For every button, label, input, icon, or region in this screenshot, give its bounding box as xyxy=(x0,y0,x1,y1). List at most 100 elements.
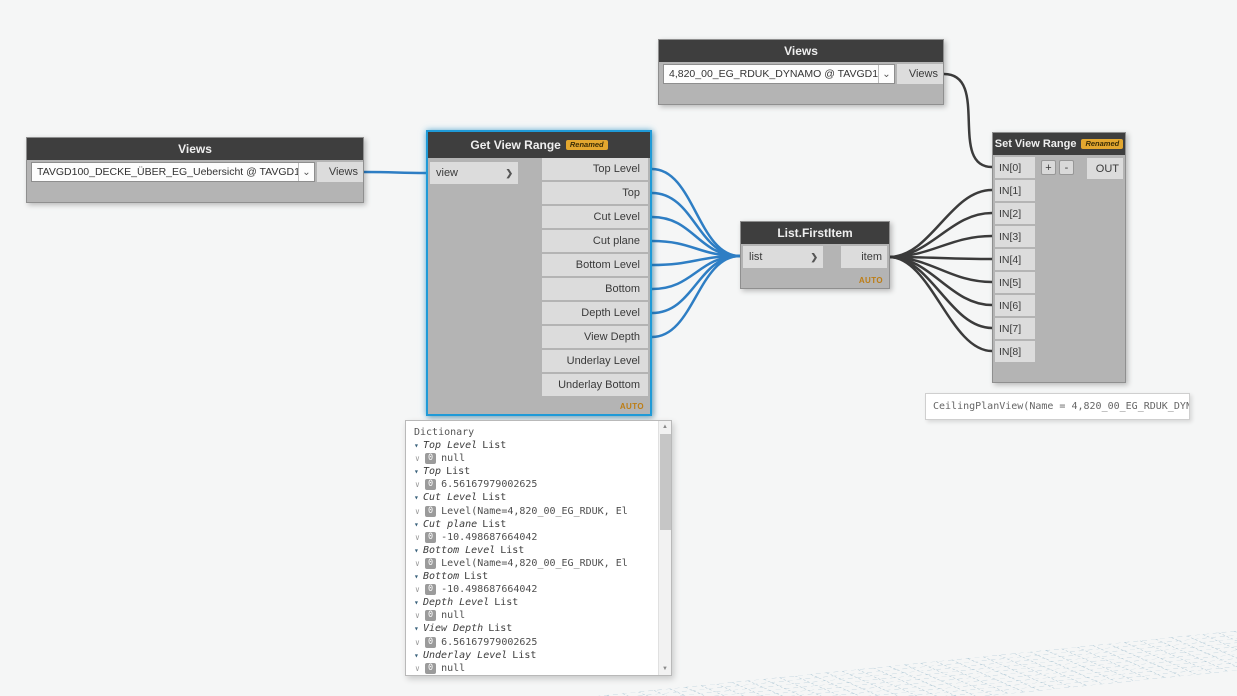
node-title: Set View Range xyxy=(994,138,1077,150)
collapse-triangle-icon[interactable]: ▾ xyxy=(414,439,423,452)
index-badge: 0 xyxy=(425,453,437,465)
add-input-button[interactable]: + xyxy=(1041,160,1056,175)
node-header[interactable]: Views xyxy=(659,40,943,62)
preview-type: List xyxy=(500,544,525,556)
wire[interactable] xyxy=(887,211,994,259)
views-dropdown[interactable]: TAVGD100_DECKE_ÜBER_EG_Uebersicht @ TAVG… xyxy=(31,162,315,182)
input-port[interactable]: IN[8] xyxy=(995,341,1035,362)
index-badge: 0 xyxy=(425,662,437,674)
remove-input-button[interactable]: - xyxy=(1059,160,1074,175)
list-connector-icon: ∨ xyxy=(415,637,420,647)
index-badge: 0 xyxy=(425,531,437,543)
dynamo-workspace[interactable]: Views TAVGD100_DECKE_ÜBER_EG_Uebersicht … xyxy=(0,0,1237,696)
input-port[interactable]: IN[2] xyxy=(995,203,1035,224)
wire[interactable] xyxy=(650,191,742,258)
list-connector-icon: ∨ xyxy=(415,454,420,464)
collapse-triangle-icon[interactable]: ▾ xyxy=(414,596,423,609)
input-port-view[interactable]: view ❯ xyxy=(430,162,518,184)
preview-value: -10.498687664042 xyxy=(441,584,538,596)
default-value-chevron-icon: ❯ xyxy=(505,167,513,178)
wire[interactable] xyxy=(942,72,994,169)
collapse-triangle-icon[interactable]: ▾ xyxy=(414,649,423,662)
output-port[interactable]: Underlay Bottom xyxy=(542,374,648,396)
collapse-triangle-icon[interactable]: ▾ xyxy=(414,570,423,583)
output-port[interactable]: Bottom xyxy=(542,278,648,300)
list-connector-icon: ∨ xyxy=(415,585,420,595)
scrollbar-thumb[interactable] xyxy=(659,434,671,530)
input-port[interactable]: IN[0] xyxy=(995,157,1035,178)
node-header[interactable]: Set View Range Renamed xyxy=(993,133,1125,155)
collapse-triangle-icon[interactable]: ▾ xyxy=(414,544,423,557)
renamed-badge: Renamed xyxy=(1081,138,1124,150)
node-title: Get View Range xyxy=(470,138,561,152)
preview-key: Top xyxy=(423,466,442,478)
input-port[interactable]: IN[6] xyxy=(995,295,1035,316)
views-dropdown[interactable]: 4,820_00_EG_RDUK_DYNAMO @ TAVGD100 ⌄ xyxy=(663,64,895,84)
output-port-item[interactable]: item xyxy=(841,246,887,268)
preview-entry: ▾ Top Level List ∨ 0 null xyxy=(414,439,658,465)
node-header[interactable]: Views xyxy=(27,138,363,160)
default-value-chevron-icon: ❯ xyxy=(810,251,818,262)
input-port[interactable]: IN[4] xyxy=(995,249,1035,270)
output-port[interactable]: Depth Level xyxy=(542,302,648,324)
preview-entry: ▾ Depth Level List ∨ 0 null xyxy=(414,596,658,622)
tooltip-text: CeilingPlanView(Name = 4,820_00_EG_RDUK_… xyxy=(933,401,1190,412)
preview-type: List xyxy=(482,440,507,452)
output-port[interactable]: Cut Level xyxy=(542,206,648,228)
node-get-view-range[interactable]: Get View Range Renamed view ❯ Top Level … xyxy=(426,130,652,416)
preview-key: Top Level xyxy=(423,440,478,452)
preview-value: 6.56167979002625 xyxy=(441,479,538,491)
lacing-label: AUTO xyxy=(619,402,644,411)
renamed-badge: Renamed xyxy=(565,139,608,151)
preview-type: List xyxy=(482,518,507,530)
wire[interactable] xyxy=(362,170,428,175)
output-port-out[interactable]: OUT xyxy=(1087,158,1123,179)
wire[interactable] xyxy=(650,254,742,339)
input-port[interactable]: IN[3] xyxy=(995,226,1035,247)
output-port[interactable]: Underlay Level xyxy=(542,350,648,372)
node-footer xyxy=(659,86,943,104)
index-badge: 0 xyxy=(425,636,437,648)
node-title: Views xyxy=(178,142,212,156)
node-views-top[interactable]: Views 4,820_00_EG_RDUK_DYNAMO @ TAVGD100… xyxy=(658,39,944,105)
node-set-view-range[interactable]: Set View Range Renamed IN[0] IN[1] IN[2]… xyxy=(992,132,1126,383)
node-list-firstitem[interactable]: List.FirstItem list ❯ item AUTO xyxy=(740,221,890,289)
list-connector-icon: ∨ xyxy=(415,506,420,516)
output-port[interactable]: Bottom Level xyxy=(542,254,648,276)
output-port-views[interactable]: Views xyxy=(317,162,363,182)
preview-value: 6.56167979002625 xyxy=(441,636,538,648)
preview-type: List xyxy=(446,466,471,478)
preview-key: Bottom xyxy=(423,571,460,583)
preview-root-label: Dictionary xyxy=(414,427,475,438)
output-port-views[interactable]: Views xyxy=(897,64,943,84)
collapse-triangle-icon[interactable]: ▾ xyxy=(414,465,423,478)
preview-key: Bottom Level xyxy=(423,544,496,556)
preview-entry: ▾ Cut Level List ∨ 0 Level(Name=4,820_00… xyxy=(414,491,658,517)
output-port[interactable]: Top xyxy=(542,182,648,204)
output-port[interactable]: View Depth xyxy=(542,326,648,348)
data-preview-panel[interactable]: Dictionary ▾ Top Level List ∨ 0 null ▾ T… xyxy=(405,420,672,676)
input-port-label: list xyxy=(749,251,763,263)
scrollbar[interactable]: ▲ ▼ xyxy=(658,421,671,675)
input-port-list: IN[0] IN[1] IN[2] IN[3] IN[4] IN[5] IN[6… xyxy=(995,157,1035,364)
scroll-down-icon[interactable]: ▼ xyxy=(659,663,671,675)
list-connector-icon: ∨ xyxy=(415,611,420,621)
collapse-triangle-icon[interactable]: ▾ xyxy=(414,622,423,635)
node-views-left[interactable]: Views TAVGD100_DECKE_ÜBER_EG_Uebersicht … xyxy=(26,137,364,203)
input-port[interactable]: IN[1] xyxy=(995,180,1035,201)
list-connector-icon: ∨ xyxy=(415,558,420,568)
output-port[interactable]: Cut plane xyxy=(542,230,648,252)
collapse-triangle-icon[interactable]: ▾ xyxy=(414,491,423,504)
scroll-up-icon[interactable]: ▲ xyxy=(662,421,668,433)
preview-key: Underlay Level xyxy=(423,649,508,661)
node-header[interactable]: List.FirstItem xyxy=(741,222,889,244)
output-port[interactable]: Top Level xyxy=(542,158,648,180)
preview-key: Cut plane xyxy=(423,518,478,530)
input-port[interactable]: IN[5] xyxy=(995,272,1035,293)
input-port[interactable]: IN[7] xyxy=(995,318,1035,339)
node-header[interactable]: Get View Range Renamed xyxy=(428,132,650,158)
wire[interactable] xyxy=(650,167,742,258)
wire[interactable] xyxy=(887,255,994,330)
input-port-list[interactable]: list ❯ xyxy=(743,246,823,268)
collapse-triangle-icon[interactable]: ▾ xyxy=(414,518,423,531)
